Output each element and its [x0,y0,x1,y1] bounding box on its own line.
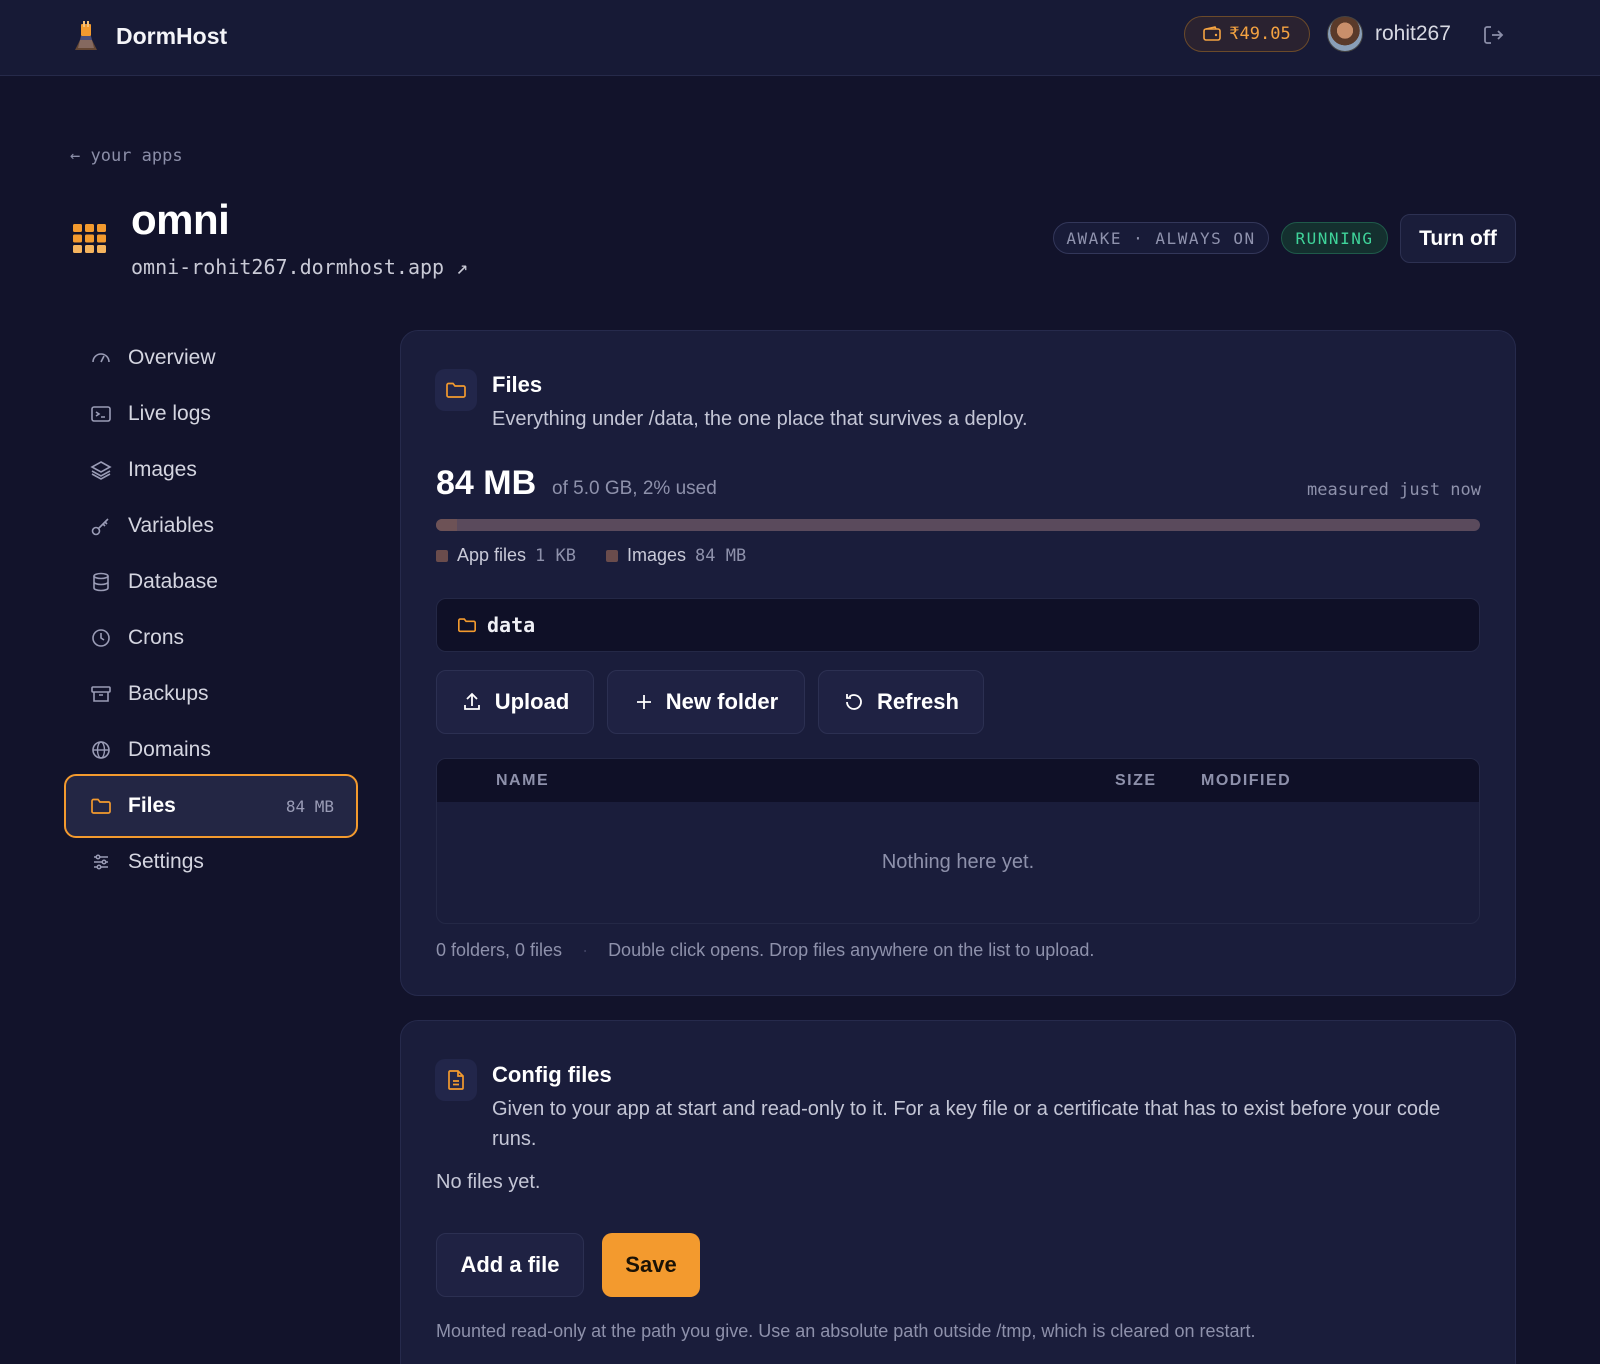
wallet-icon [1203,26,1222,41]
sidebar-item-files[interactable]: Files 84 MB [64,774,358,838]
sidebar-nav: Overview Live logs Images Variables Data… [64,330,358,890]
files-description: Everything under /data, the one place th… [492,408,1028,430]
table-header: NAME SIZE MODIFIED [437,759,1479,802]
column-header-name[interactable]: NAME [496,772,549,790]
sidebar-item-crons[interactable]: Crons [64,610,358,666]
back-to-apps-link[interactable]: ← your apps [70,146,183,166]
terminal-icon [91,406,111,422]
files-hint: Double click opens. Drop files anywhere … [608,940,1095,960]
sidebar-item-label: Crons [128,626,185,649]
database-icon [93,572,109,592]
turn-off-button[interactable]: Turn off [1400,214,1516,263]
legend-label: Images [627,545,687,565]
add-file-button[interactable]: Add a file [436,1233,584,1297]
files-card-icon [435,369,477,411]
new-folder-label: New folder [665,689,779,714]
sidebar-item-domains[interactable]: Domains [64,722,358,778]
footer-separator: · [582,940,589,960]
sidebar-item-label: Variables [128,514,214,537]
upload-button[interactable]: Upload [436,670,594,734]
balance-amount: ₹49.05 [1229,24,1291,44]
sidebar-item-label: Database [128,570,218,593]
folder-icon [446,382,466,398]
config-files-title: Config files [492,1062,612,1087]
storage-progress-bar [436,519,1480,531]
column-header-modified[interactable]: MODIFIED [1201,772,1291,790]
key-icon [91,518,109,536]
storage-legend: App files 1 KB Images 84 MB [436,545,746,566]
clock-icon [92,629,110,647]
top-bar: DormHost ₹49.05 rohit267 [0,0,1600,76]
gauge-icon [92,353,110,363]
sidebar-item-images[interactable]: Images [64,442,358,498]
save-button[interactable]: Save [602,1233,700,1297]
empty-state: Nothing here yet. [881,851,1035,873]
sidebar-item-overview[interactable]: Overview [64,330,358,386]
brand-name: DormHost [116,22,228,49]
storage-total: of 5.0 GB, 2% used [552,478,717,499]
sidebar-item-variables[interactable]: Variables [64,498,358,554]
sidebar-item-label: Domains [128,738,211,761]
files-size-badge: 84 MB [285,796,334,816]
legend-swatch [606,549,618,562]
logout-icon[interactable] [1481,22,1507,48]
config-files-hint: Mounted read-only at the path you give. … [436,1321,1256,1341]
sidebar-item-label: Live logs [128,402,211,425]
files-title: Files [492,372,543,397]
sidebar-item-settings[interactable]: Settings [64,834,358,890]
app-grid-icon [73,224,106,253]
breadcrumb-path[interactable]: data [487,613,535,637]
new-folder-button[interactable]: New folder [607,670,805,734]
refresh-icon [846,694,862,710]
refresh-label: Refresh [877,689,959,714]
layers-icon [90,461,112,480]
sidebar-item-live-logs[interactable]: Live logs [64,386,358,442]
sliders-icon [94,854,108,870]
user-menu[interactable]: rohit267 [1327,16,1451,52]
legend-swatch [436,549,448,562]
files-table: NAME SIZE MODIFIED Nothing here yet. [436,758,1480,924]
app-url-link[interactable]: omni-rohit267.dormhost.app ↗ [131,255,468,279]
folder-icon [91,798,111,814]
legend-value: 1 KB [535,545,576,566]
breadcrumb[interactable]: data [436,598,1480,652]
sidebar-item-backups[interactable]: Backups [64,666,358,722]
sidebar-item-label: Overview [128,346,216,369]
config-files-description: Given to your app at start and read-only… [492,1098,1441,1150]
sidebar-item-label: Files [128,794,176,817]
column-header-size[interactable]: SIZE [1115,772,1157,790]
files-count: 0 folders, 0 files [436,940,563,960]
sidebar-item-label: Backups [128,682,209,705]
plus-icon [636,695,651,709]
sidebar-item-database[interactable]: Database [64,554,358,610]
files-footer: 0 folders, 0 files · Double click opens.… [436,940,1094,961]
storage-used: 84 MB [436,464,537,502]
upload-label: Upload [494,689,570,714]
storage-progress-fill [436,519,457,531]
username: rohit267 [1375,22,1451,45]
files-card: Files Everything under /data, the one pl… [400,330,1516,996]
legend-label: App files [457,545,527,565]
measured-timestamp: measured just now [1307,480,1481,500]
awake-status-badge: AWAKE · ALWAYS ON [1053,222,1269,254]
config-card-icon [435,1059,477,1101]
no-config-files: No files yet. [436,1171,541,1193]
sidebar-item-label: Images [128,458,197,481]
file-icon [448,1070,464,1090]
sidebar-item-label: Settings [128,850,204,873]
refresh-button[interactable]: Refresh [818,670,984,734]
legend-value: 84 MB [695,545,747,566]
brand[interactable]: DormHost [72,20,227,52]
globe-icon [92,741,110,759]
folder-icon [458,618,476,633]
avatar[interactable] [1327,16,1363,52]
running-status-badge: RUNNING [1281,222,1388,254]
app-name: omni [131,196,230,243]
upload-icon [463,692,480,710]
config-files-card: Config files Given to your app at start … [400,1020,1516,1364]
archive-icon [91,686,111,702]
lamp-logo-icon [75,21,97,50]
wallet-balance[interactable]: ₹49.05 [1184,16,1310,52]
